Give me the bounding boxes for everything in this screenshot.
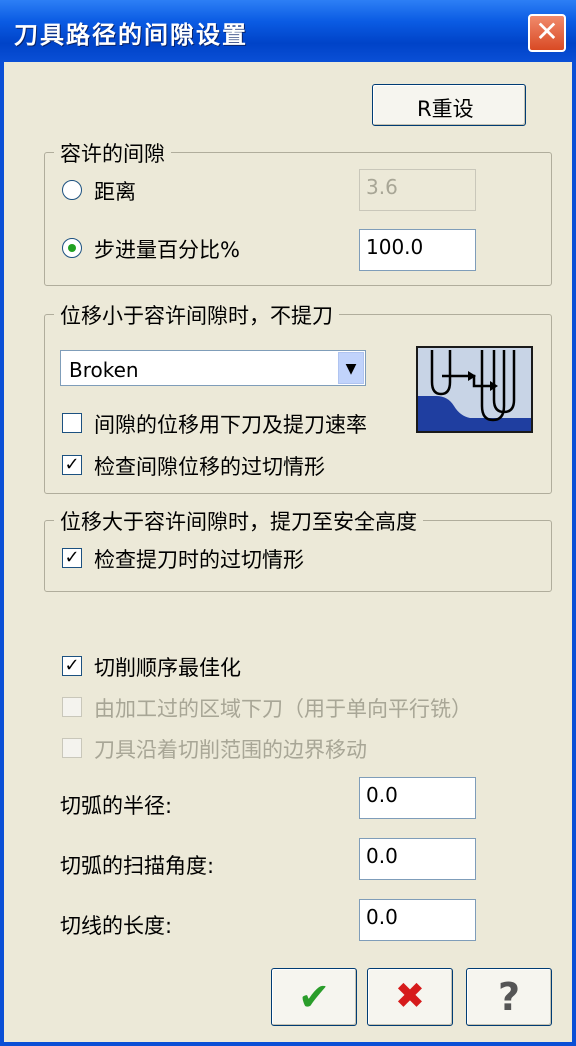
ok-button[interactable]: ✔ (271, 968, 357, 1026)
checkmark-icon: ✓ (64, 547, 80, 568)
gouge-check-checkbox[interactable]: ✓ (62, 455, 82, 475)
stepover-label: 步进量百分比% (94, 238, 240, 262)
arc-radius-field[interactable]: 0.0 (359, 777, 476, 819)
optimize-order-checkbox[interactable]: ✓ (62, 656, 82, 676)
follow-boundary-checkbox[interactable] (62, 738, 82, 758)
checkmark-icon: ✔ (298, 975, 330, 1019)
arc-sweep-value: 0.0 (366, 844, 398, 868)
distance-value: 3.6 (366, 175, 398, 199)
small-move-group-legend: 位移小于容许间隙时，不提刀 (54, 300, 339, 330)
help-question-icon: ? (497, 975, 521, 1019)
cancel-x-icon: ✖ (394, 976, 426, 1017)
line-length-label: 切线的长度: (60, 914, 173, 938)
retract-gouge-label: 检查提刀时的过切情形 (94, 548, 304, 572)
dialog-title: 刀具路径的间隙设置 (14, 21, 248, 49)
checkmark-icon: ✓ (64, 454, 80, 475)
move-mode-value: Broken (69, 358, 139, 382)
help-button[interactable]: ? (466, 968, 552, 1026)
radio-selected-dot (68, 244, 76, 252)
retract-gouge-checkbox[interactable]: ✓ (62, 548, 82, 568)
tolerance-group-legend: 容许的间隙 (54, 138, 171, 168)
move-mode-select[interactable]: Broken ▼ (60, 350, 366, 386)
broken-move-preview (416, 346, 533, 433)
title-bar: 刀具路径的间隙设置 ✕ (0, 0, 576, 62)
stepover-field[interactable]: 100.0 (359, 229, 476, 271)
distance-label: 距离 (94, 180, 136, 204)
arc-radius-label: 切弧的半径: (60, 794, 173, 818)
checkmark-icon: ✓ (64, 655, 80, 676)
chevron-down-icon[interactable]: ▼ (338, 352, 364, 384)
follow-boundary-label: 刀具沿着切削范围的边界移动 (94, 738, 367, 762)
reset-button-label: R重设 (417, 97, 474, 121)
distance-radio[interactable] (62, 180, 82, 200)
distance-field[interactable]: 3.6 (359, 169, 476, 211)
cancel-button[interactable]: ✖ (367, 968, 453, 1026)
arc-radius-value: 0.0 (366, 783, 398, 807)
arc-sweep-field[interactable]: 0.0 (359, 838, 476, 880)
gouge-check-label: 检查间隙位移的过切情形 (94, 455, 325, 479)
plunge-machined-label: 由加工过的区域下刀（用于单向平行铣） (94, 697, 472, 721)
plunge-machined-checkbox[interactable] (62, 697, 82, 717)
plunge-rate-checkbox[interactable] (62, 413, 82, 433)
arc-sweep-label: 切弧的扫描角度: (60, 854, 215, 878)
large-move-group-legend: 位移大于容许间隙时，提刀至安全高度 (54, 506, 423, 536)
optimize-order-label: 切削顺序最佳化 (94, 656, 241, 680)
stepover-radio[interactable] (62, 238, 82, 258)
stepover-value: 100.0 (366, 235, 424, 259)
plunge-rate-label: 间隙的位移用下刀及提刀速率 (94, 413, 367, 437)
close-button[interactable]: ✕ (528, 14, 566, 52)
reset-button[interactable]: R重设 (372, 84, 526, 126)
toolpath-preview-icon (418, 348, 531, 431)
close-icon: ✕ (535, 15, 559, 48)
line-length-field[interactable]: 0.0 (359, 899, 476, 941)
line-length-value: 0.0 (366, 905, 398, 929)
